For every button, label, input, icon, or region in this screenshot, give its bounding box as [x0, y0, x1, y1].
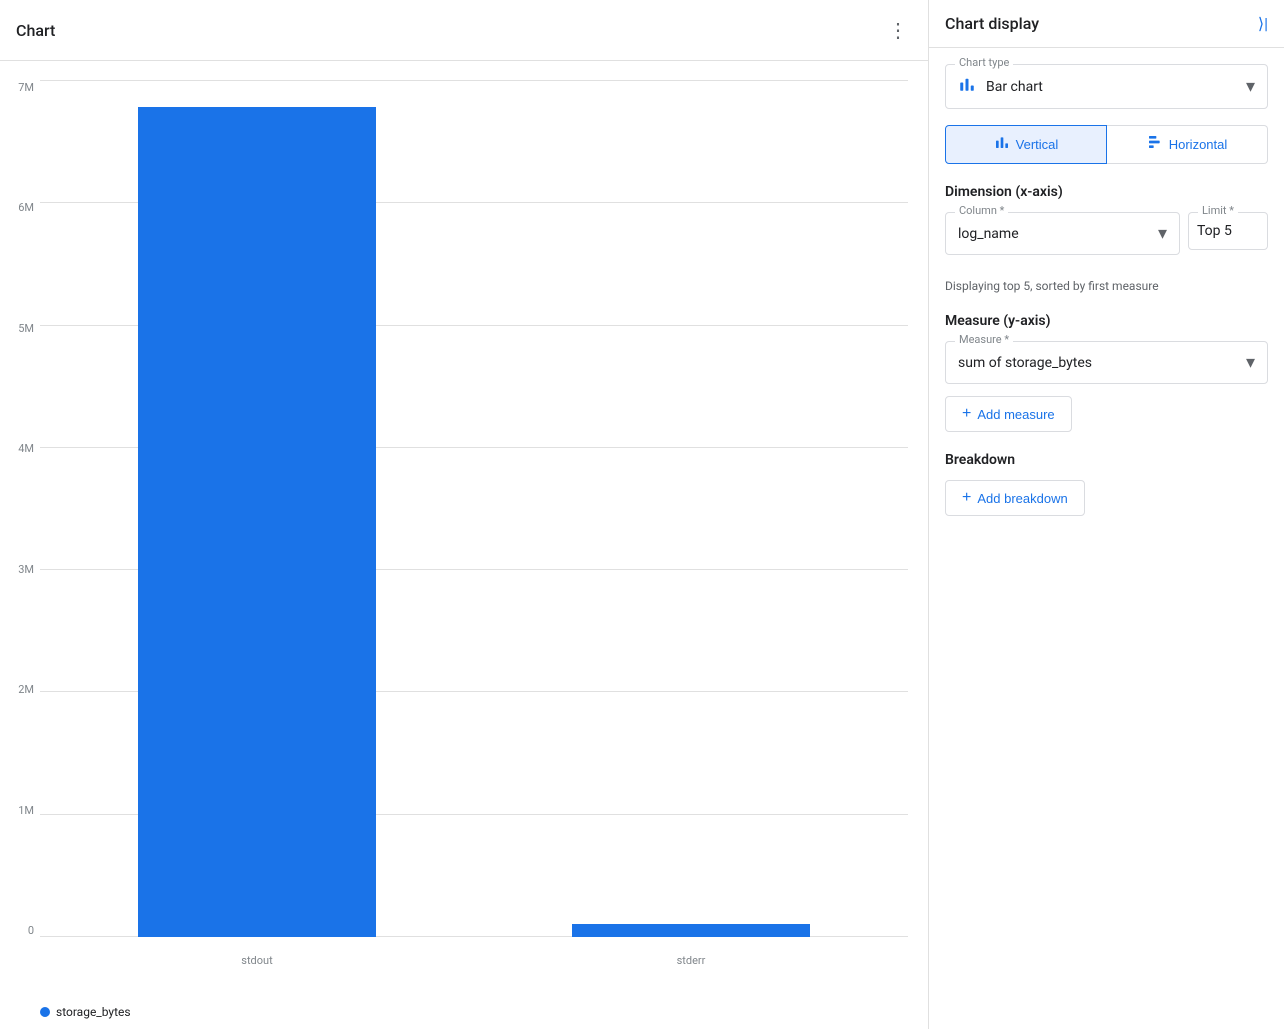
y-label-6m: 6M	[0, 201, 40, 214]
limit-value: Top 5	[1197, 223, 1232, 239]
column-field: Column * log_name ▾	[945, 212, 1180, 255]
chart-display-panel: Chart display ⟩| Chart type Bar chart	[929, 0, 1284, 1029]
bar-stdout	[138, 107, 377, 937]
dimension-hint: Displaying top 5, sorted by first measur…	[945, 279, 1268, 293]
limit-label: Limit *	[1198, 204, 1238, 217]
more-options-icon[interactable]: ⋮	[884, 14, 912, 46]
measure-section: Measure (y-axis) Measure * sum of storag…	[945, 313, 1268, 432]
horizontal-bar-icon	[1147, 134, 1163, 155]
panel-content: Chart type Bar chart ▾	[929, 48, 1284, 552]
chart-type-select[interactable]: Bar chart ▾	[945, 64, 1268, 109]
chart-type-arrow-icon: ▾	[1246, 76, 1255, 97]
breakdown-section: Breakdown + Add breakdown	[945, 452, 1268, 516]
y-label-3m: 3M	[0, 563, 40, 576]
vertical-label: Vertical	[1016, 137, 1059, 152]
y-label-1m: 1M	[0, 804, 40, 817]
orientation-buttons: Vertical Horizontal	[945, 125, 1268, 164]
add-breakdown-label: Add breakdown	[977, 491, 1067, 506]
chart-type-label: Chart type	[955, 56, 1013, 69]
dimension-title: Dimension (x-axis)	[945, 184, 1268, 200]
chart-legend: storage_bytes	[0, 997, 928, 1029]
breakdown-title: Breakdown	[945, 452, 1268, 468]
chart-header: Chart ⋮	[0, 0, 928, 61]
bar-stderr	[572, 924, 811, 937]
measure-field: Measure * sum of storage_bytes ▾	[945, 341, 1268, 384]
chart-type-field: Chart type Bar chart ▾	[945, 64, 1268, 109]
chart-title: Chart	[16, 21, 55, 40]
vertical-button[interactable]: Vertical	[945, 125, 1107, 164]
legend-label: storage_bytes	[56, 1005, 131, 1019]
measure-label: Measure *	[955, 333, 1013, 346]
bar-group-stdout	[40, 81, 474, 937]
vertical-bar-icon	[994, 134, 1010, 155]
bar-chart-icon	[958, 75, 976, 98]
x-axis-labels: stdout stderr	[40, 954, 908, 967]
horizontal-label: Horizontal	[1169, 137, 1228, 152]
legend-dot	[40, 1007, 50, 1017]
y-axis-labels: 0 1M 2M 3M 4M 5M 6M 7M	[0, 81, 40, 937]
limit-field: Limit * Top 5	[1188, 212, 1268, 255]
y-label-4m: 4M	[0, 442, 40, 455]
add-measure-button[interactable]: + Add measure	[945, 396, 1072, 432]
y-label-0: 0	[0, 924, 40, 937]
measure-arrow-icon: ▾	[1246, 352, 1255, 373]
chart-area: 0 1M 2M 3M 4M 5M 6M 7M	[0, 61, 928, 997]
measure-select[interactable]: sum of storage_bytes ▾	[945, 341, 1268, 384]
column-label: Column *	[955, 204, 1008, 217]
x-label-stdout: stdout	[40, 954, 474, 967]
column-select[interactable]: log_name ▾	[945, 212, 1180, 255]
column-arrow-icon: ▾	[1158, 223, 1167, 244]
dimension-section: Dimension (x-axis) Column * log_name ▾ L…	[945, 184, 1268, 293]
measure-value: sum of storage_bytes	[958, 355, 1092, 371]
panel-header: Chart display ⟩|	[929, 0, 1284, 48]
y-label-7m: 7M	[0, 81, 40, 94]
column-value: log_name	[958, 226, 1019, 242]
add-breakdown-plus-icon: +	[962, 489, 971, 507]
chart-type-select-left: Bar chart	[958, 75, 1043, 98]
add-measure-plus-icon: +	[962, 405, 971, 423]
bars-container	[40, 81, 908, 937]
horizontal-button[interactable]: Horizontal	[1107, 125, 1268, 164]
chart-panel: Chart ⋮ 0 1M 2M 3M 4M 5M 6M 7M	[0, 0, 929, 1029]
panel-title: Chart display	[945, 14, 1039, 33]
y-label-2m: 2M	[0, 683, 40, 696]
limit-select[interactable]: Top 5	[1188, 212, 1268, 250]
add-measure-label: Add measure	[977, 407, 1054, 422]
y-label-5m: 5M	[0, 322, 40, 335]
chart-type-value: Bar chart	[986, 79, 1043, 95]
panel-collapse-icon[interactable]: ⟩|	[1258, 14, 1268, 33]
measure-title: Measure (y-axis)	[945, 313, 1268, 329]
bar-group-stderr	[474, 81, 908, 937]
add-breakdown-button[interactable]: + Add breakdown	[945, 480, 1085, 516]
dimension-row: Column * log_name ▾ Limit * Top 5	[945, 212, 1268, 271]
x-label-stderr: stderr	[474, 954, 908, 967]
